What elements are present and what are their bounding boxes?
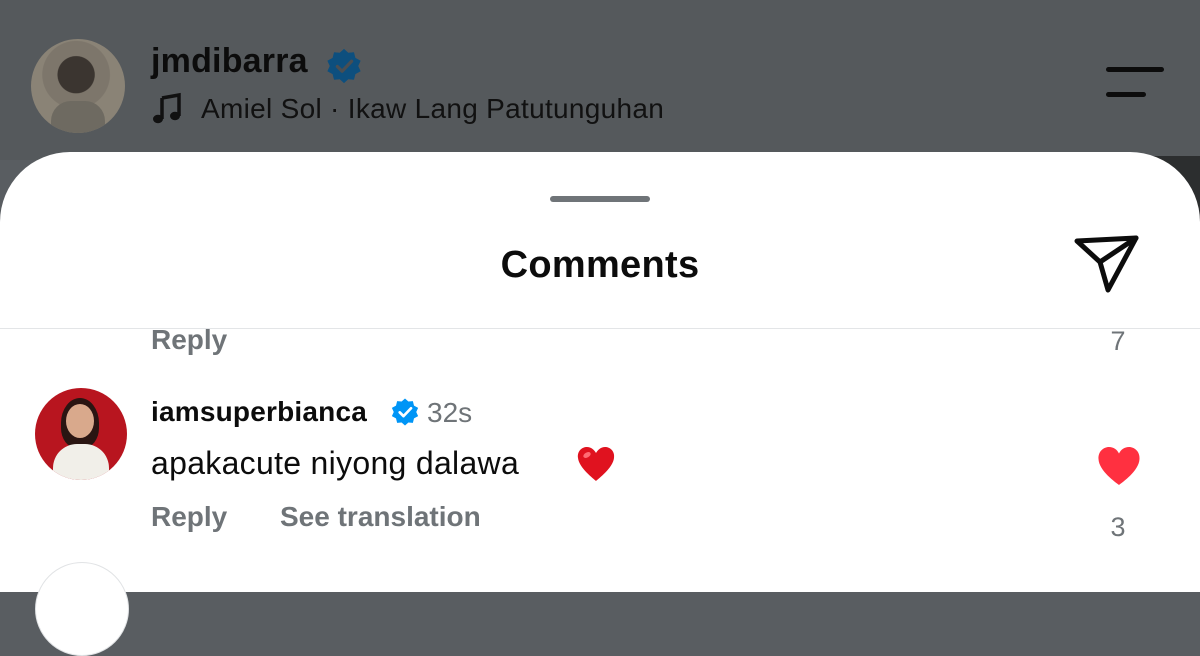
post-header: jmdibarra Amiel Sol · Ikaw Lang Patutung… [0, 0, 1200, 160]
post-author-avatar[interactable] [31, 39, 125, 133]
verified-badge-icon [391, 398, 419, 426]
menu-icon[interactable] [1106, 64, 1166, 104]
comment-reply-button[interactable]: Reply [151, 501, 227, 533]
verified-badge-icon [327, 48, 361, 84]
previous-comment-reply-button[interactable]: Reply [151, 324, 227, 356]
commenter-avatar[interactable] [35, 388, 127, 480]
previous-comment-like-count: 7 [1110, 326, 1126, 356]
next-commenter-avatar[interactable] [35, 562, 129, 656]
comments-title: Comments [500, 244, 700, 286]
post-author-username[interactable]: jmdibarra [151, 42, 308, 81]
commenter-username[interactable]: iamsuperbianca [151, 396, 367, 428]
red-heart-emoji-icon [577, 447, 615, 481]
send-icon[interactable] [1070, 232, 1142, 296]
like-heart-icon[interactable] [1096, 445, 1142, 487]
sheet-drag-handle[interactable] [550, 196, 650, 202]
see-translation-button[interactable]: See translation [280, 501, 481, 533]
comment-like-count: 3 [1110, 512, 1126, 542]
comment-text: apakacute niyong dalawa [151, 445, 520, 481]
post-audio-label[interactable]: Amiel Sol · Ikaw Lang Patutunguhan [201, 93, 664, 125]
comments-sheet: Comments Reply 7 iamsuperbianca 32s apak… [0, 152, 1200, 656]
comment-timestamp: 32s [427, 397, 473, 428]
music-note-icon [153, 92, 181, 124]
